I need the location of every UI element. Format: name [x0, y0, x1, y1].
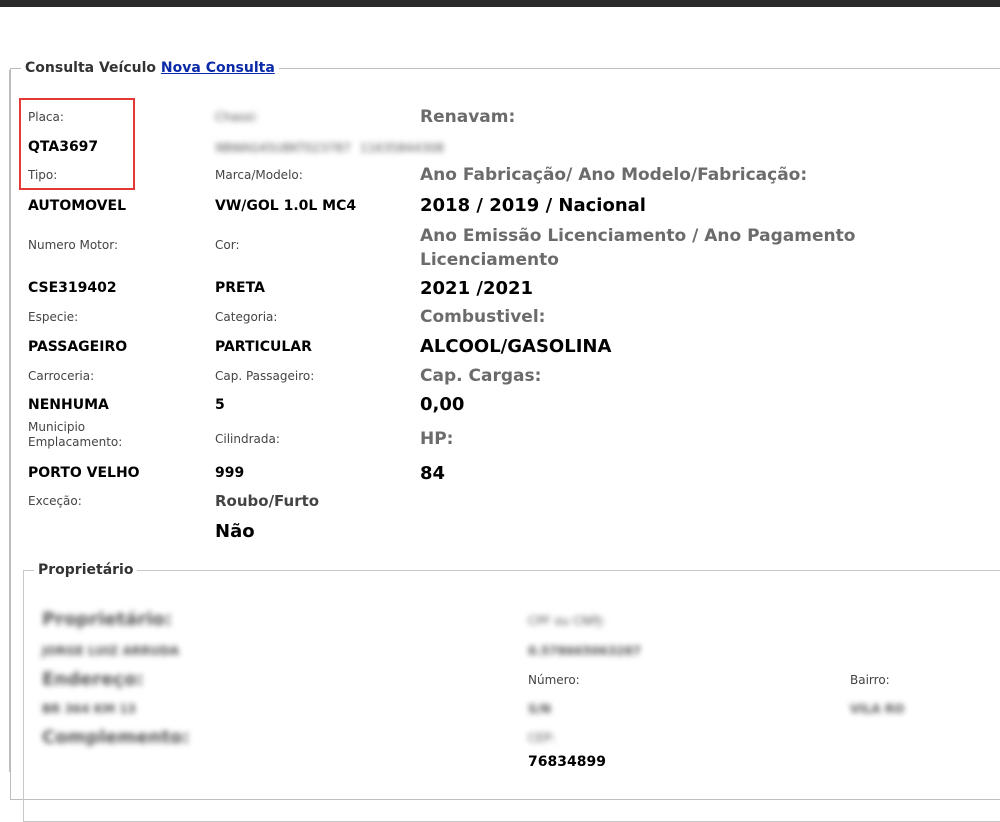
categoria-label: Categoria:	[215, 310, 278, 324]
cap-cargas-value: 0,00	[420, 394, 465, 415]
roubo-label: Roubo/Furto	[215, 492, 320, 510]
hp-value: 84	[420, 463, 446, 484]
combustivel-value: ALCOOL/GASOLINA	[420, 336, 612, 357]
endereco-label: Endereço:	[42, 669, 144, 690]
excecao-label: Exceção:	[28, 494, 82, 508]
owner-legend: Proprietário	[38, 562, 134, 578]
ano-label: Ano Fabricação/ Ano Modelo/Fabricação:	[420, 165, 808, 185]
ano-value: 2018 / 2019 / Nacional	[420, 195, 646, 216]
cep-value: 76834899	[528, 754, 606, 770]
cap-passageiro-label: Cap. Passageiro:	[215, 369, 315, 383]
placa-value: QTA3697	[28, 139, 99, 155]
owner-name-label: Proprietário:	[42, 609, 172, 630]
motor-value: CSE319402	[28, 280, 117, 296]
top-bar	[0, 0, 1000, 7]
motor-label: Numero Motor:	[28, 238, 118, 252]
owner-fieldset: Proprietário	[23, 562, 1000, 822]
licenciamento-label: Ano Emissão Licenciamento / Ano Pagament…	[420, 226, 856, 270]
combustivel-label: Combustivel:	[420, 307, 546, 327]
cep-label: CEP:	[528, 731, 556, 745]
cilindrada-label: Cilindrada:	[215, 432, 280, 446]
numero-value: S/N	[528, 702, 552, 716]
cilindrada-value: 999	[215, 465, 245, 481]
cor-label: Cor:	[215, 238, 240, 252]
endereco-value: BR 364 KM 13	[42, 702, 136, 716]
especie-label: Especie:	[28, 310, 79, 324]
roubo-value: Não	[215, 521, 255, 542]
tipo-label: Tipo:	[28, 168, 58, 182]
cpf-value: 0.578665063287	[528, 644, 642, 658]
placa-label: Placa:	[28, 110, 64, 124]
complemento-label: Complemento:	[42, 727, 190, 748]
licenciamento-value: 2021 /2021	[420, 278, 534, 299]
municipio-label: Municipio Emplacamento:	[28, 420, 123, 449]
numero-label: Número:	[528, 673, 580, 687]
vehicle-query-legend: Consulta Veículo Nova Consulta	[21, 60, 279, 76]
owner-name-value: JORGE LUIZ ARRUDA	[42, 644, 180, 658]
renavam-label: Renavam:	[420, 107, 516, 127]
chassi-label: Chassi:	[215, 110, 259, 124]
new-query-link[interactable]: Nova Consulta	[161, 60, 275, 76]
municipio-value: PORTO VELHO	[28, 465, 140, 481]
marca-value: VW/GOL 1.0L MC4	[215, 198, 357, 214]
legend-title: Consulta Veículo	[25, 60, 157, 76]
chassi-value: 9BWAG45U8KT023787	[215, 141, 351, 155]
marca-label: Marca/Modelo:	[215, 168, 303, 182]
especie-value: PASSAGEIRO	[28, 339, 128, 355]
left-border-line	[9, 70, 10, 772]
tipo-value: AUTOMOVEL	[28, 198, 126, 214]
categoria-value: PARTICULAR	[215, 339, 312, 355]
carroceria-label: Carroceria:	[28, 369, 95, 383]
renavam-value: 11635844308	[360, 141, 444, 155]
bairro-label: Bairro:	[850, 673, 890, 687]
cor-value: PRETA	[215, 280, 265, 296]
cap-cargas-label: Cap. Cargas:	[420, 366, 542, 386]
bairro-value: VILA RO	[850, 702, 905, 716]
cap-passageiro-value: 5	[215, 397, 225, 413]
cpf-label: CPF ou CNPJ:	[528, 614, 606, 628]
carroceria-value: NENHUMA	[28, 397, 109, 413]
hp-label: HP:	[420, 429, 454, 449]
